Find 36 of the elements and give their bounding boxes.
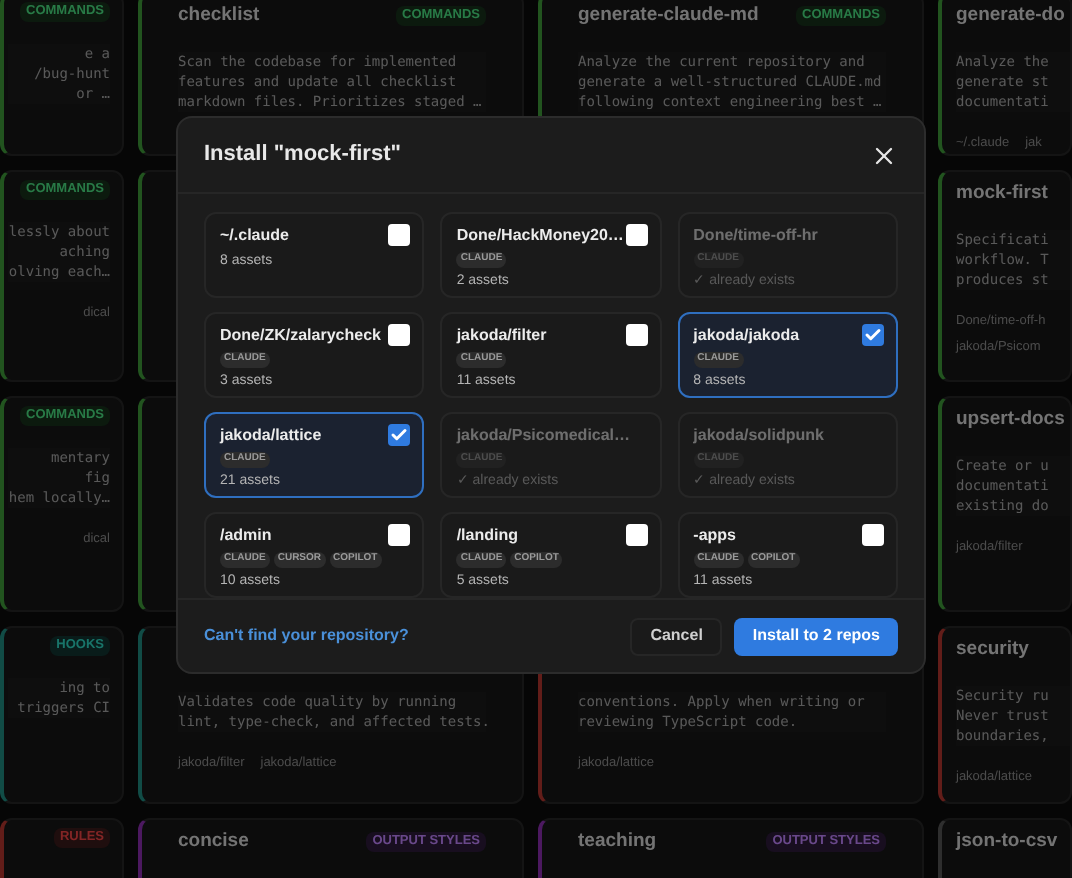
card[interactable]: json-to-csv	[938, 818, 1072, 878]
card-title: generate-claude-md	[578, 2, 759, 30]
repository-name: jakoda/lattice	[220, 424, 322, 449]
card-title: generate-do	[956, 2, 1065, 30]
checkbox[interactable]	[862, 524, 884, 547]
help-link[interactable]: Can't find your repository?	[204, 624, 409, 649]
card-title: json-to-csv	[956, 828, 1058, 856]
checkbox[interactable]	[388, 424, 411, 447]
install-button[interactable]: Install to 2 repos	[734, 617, 898, 656]
repository-name: jakoda/filter	[456, 324, 547, 349]
checkbox[interactable]	[862, 324, 884, 347]
checkbox[interactable]	[625, 524, 648, 547]
checkbox[interactable]	[388, 224, 411, 247]
repository-name: -apps	[693, 524, 738, 549]
card-title: mock-first	[956, 180, 1048, 208]
cancel-button[interactable]: Cancel	[630, 617, 723, 656]
card-title: concise	[178, 828, 249, 856]
checkbox[interactable]	[388, 524, 411, 547]
card-title: teaching	[578, 828, 657, 856]
check-icon	[390, 426, 409, 445]
repository-name: jakoda/Psicomedical…	[456, 424, 631, 449]
checkbox[interactable]	[625, 224, 648, 247]
card-title: checklist	[178, 2, 260, 30]
repository-name: jakoda/jakoda	[693, 324, 800, 349]
card-title: upsert-docs	[956, 406, 1065, 434]
repository-name: Done/HackMoney20…	[456, 224, 620, 249]
card-title: security	[956, 636, 1029, 664]
repository-name: ~/.claude	[220, 224, 289, 249]
repository-name: jakoda/solidpunk	[693, 424, 824, 449]
repository-name: Done/time-off-hr	[693, 224, 818, 249]
repository-name: /admin	[220, 524, 274, 549]
check-icon	[864, 326, 882, 345]
repository-name: /landing	[456, 524, 520, 549]
checkbox[interactable]	[388, 324, 411, 347]
repository-name: Done/ZK/zalarycheck	[220, 324, 381, 349]
checkbox[interactable]	[625, 324, 648, 347]
